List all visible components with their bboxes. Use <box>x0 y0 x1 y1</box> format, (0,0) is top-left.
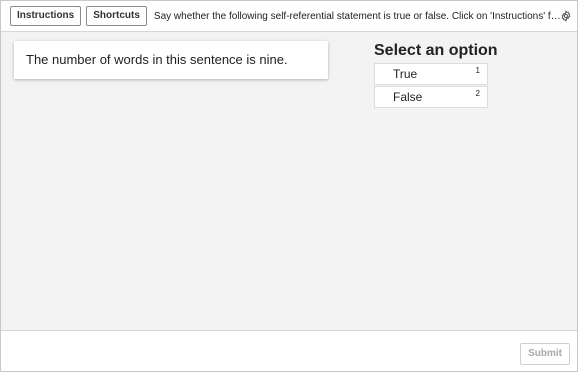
option-label: True <box>393 67 418 81</box>
option-panel: Select an option True 1 False 2 <box>374 40 498 109</box>
option-false[interactable]: False 2 <box>374 86 488 108</box>
footer-bar: Submit <box>1 330 577 371</box>
instructions-button[interactable]: Instructions <box>10 6 82 26</box>
shortcut-key-badge: 1 <box>475 66 480 75</box>
submit-button[interactable]: Submit <box>520 343 570 365</box>
shortcuts-button[interactable]: Shortcuts <box>86 6 147 26</box>
top-toolbar: Instructions Shortcuts Say whether the f… <box>1 1 577 32</box>
statement-text: The number of words in this sentence is … <box>26 52 288 67</box>
task-workspace: The number of words in this sentence is … <box>1 32 577 330</box>
option-true[interactable]: True 1 <box>374 63 488 85</box>
statement-card: The number of words in this sentence is … <box>14 41 328 79</box>
task-instruction-text: Say whether the following self-referenti… <box>153 10 562 22</box>
task-window: Instructions Shortcuts Say whether the f… <box>0 0 578 372</box>
option-panel-title: Select an option <box>374 42 498 59</box>
gear-icon[interactable] <box>560 10 572 22</box>
shortcut-key-badge: 2 <box>475 89 480 98</box>
option-label: False <box>393 90 423 104</box>
